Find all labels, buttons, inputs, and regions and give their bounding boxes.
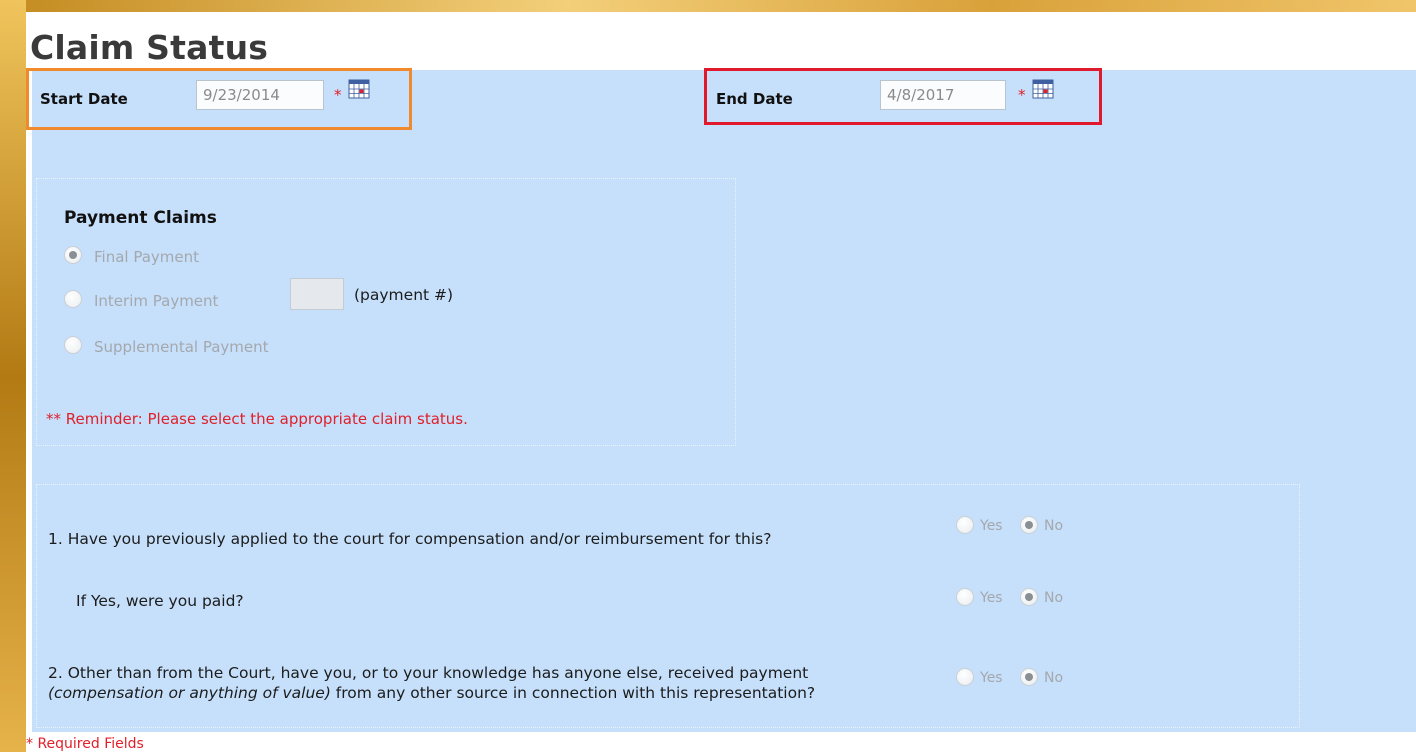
question-2-text-line2: (compensation or anything of value) from… bbox=[48, 684, 815, 702]
question-1-no-radio[interactable] bbox=[1020, 516, 1038, 534]
end-date-label: End Date bbox=[716, 90, 793, 108]
question-2-no-label: No bbox=[1044, 670, 1064, 686]
claim-status-page: Claim Status Start Date * End Date * bbox=[26, 12, 1416, 752]
calendar-icon[interactable] bbox=[1032, 77, 1054, 99]
page-title: Claim Status bbox=[30, 28, 269, 67]
end-date-required-mark: * bbox=[1018, 86, 1026, 104]
window-frame-left bbox=[0, 0, 26, 752]
calendar-icon[interactable] bbox=[348, 77, 370, 99]
question-1-text: 1. Have you previously applied to the co… bbox=[48, 530, 772, 548]
question-2-no-radio[interactable] bbox=[1020, 668, 1038, 686]
question-1a-no-label: No bbox=[1044, 590, 1064, 606]
question-1a-yes-label: Yes bbox=[980, 590, 1003, 606]
claim-status-panel: Start Date * End Date * Pa bbox=[26, 68, 1416, 732]
question-1a-yes-radio[interactable] bbox=[956, 588, 974, 606]
supplemental-payment-radio[interactable] bbox=[64, 336, 82, 354]
supplemental-payment-label: Supplemental Payment bbox=[94, 338, 269, 356]
payment-number-hint: (payment #) bbox=[354, 286, 454, 304]
question-1-no-label: No bbox=[1044, 518, 1064, 534]
question-2-text-line1: 2. Other than from the Court, have you, … bbox=[48, 664, 809, 682]
start-date-label: Start Date bbox=[40, 90, 128, 108]
question-2-italic-note: (compensation or anything of value) bbox=[48, 684, 331, 702]
question-2-text-rest: from any other source in connection with… bbox=[330, 684, 816, 702]
payment-claims-heading: Payment Claims bbox=[64, 208, 217, 228]
required-fields-note: * Required Fields bbox=[26, 736, 144, 752]
final-payment-label: Final Payment bbox=[94, 248, 200, 266]
end-date-input[interactable] bbox=[880, 80, 1006, 110]
question-1-yes-radio[interactable] bbox=[956, 516, 974, 534]
question-1a-text: If Yes, were you paid? bbox=[76, 592, 244, 610]
question-1a-no-radio[interactable] bbox=[1020, 588, 1038, 606]
payment-number-input[interactable] bbox=[290, 278, 344, 310]
start-date-required-mark: * bbox=[334, 86, 342, 104]
interim-payment-radio[interactable] bbox=[64, 290, 82, 308]
question-2-yes-radio[interactable] bbox=[956, 668, 974, 686]
question-2-yes-label: Yes bbox=[980, 670, 1003, 686]
start-date-input[interactable] bbox=[196, 80, 324, 110]
window-frame-top bbox=[0, 0, 1416, 12]
interim-payment-label: Interim Payment bbox=[94, 292, 219, 310]
question-1-yes-label: Yes bbox=[980, 518, 1003, 534]
claim-status-reminder: ** Reminder: Please select the appropria… bbox=[46, 410, 468, 428]
final-payment-radio[interactable] bbox=[64, 246, 82, 264]
